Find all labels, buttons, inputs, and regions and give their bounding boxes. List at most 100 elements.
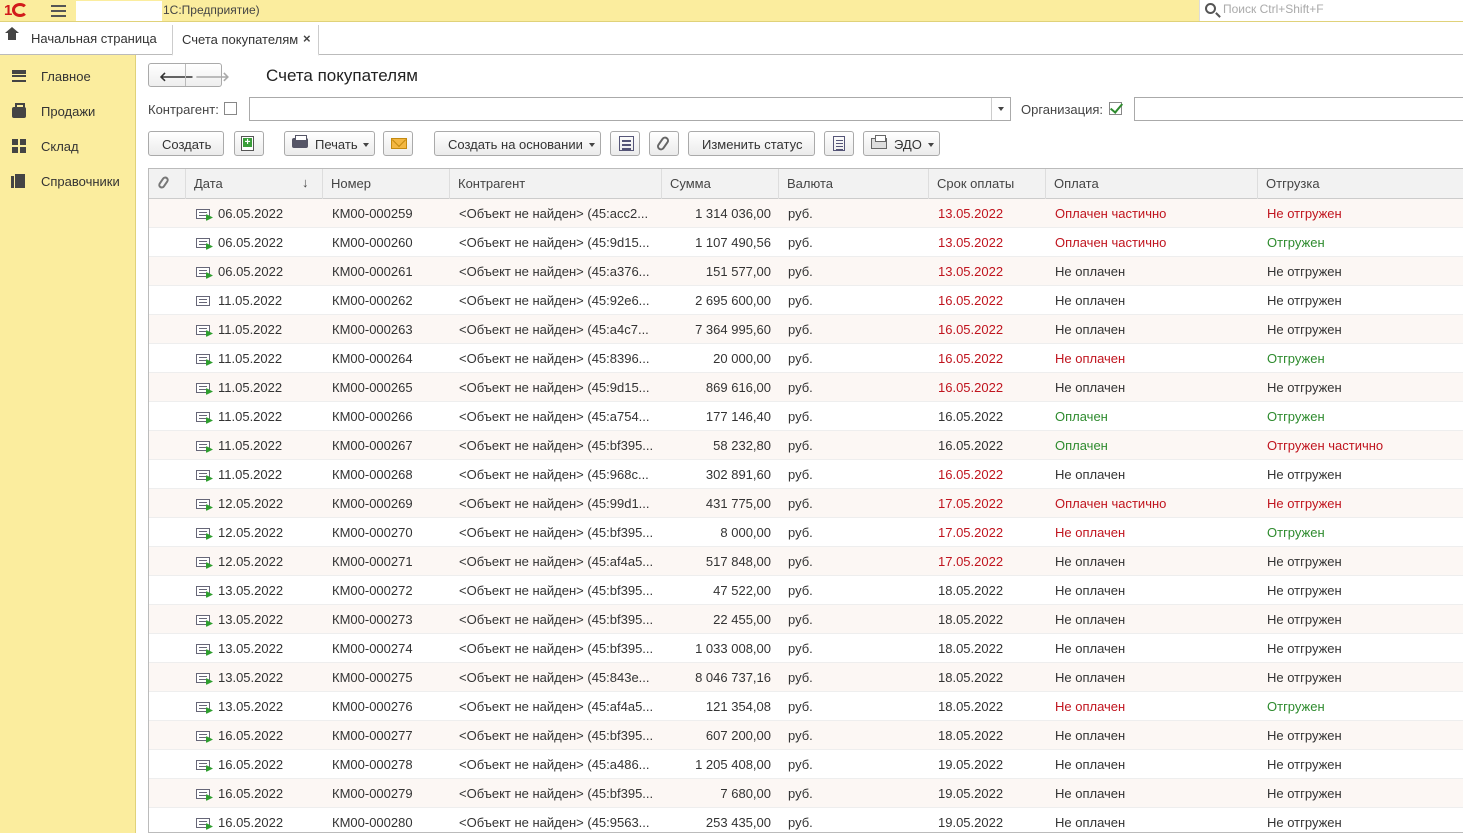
table-row[interactable]: 16.05.2022 КМ00-000277 <Объект не найден> …: [149, 721, 1463, 750]
cell-due-date: 19.05.2022: [938, 815, 1004, 830]
column-header-due-date[interactable]: Срок оплаты: [929, 169, 1046, 199]
table-row[interactable]: 06.05.2022 КМ00-000261 <Объект не найден> …: [149, 257, 1463, 286]
column-header-label: Сумма: [670, 176, 711, 191]
table-row[interactable]: 11.05.2022 КМ00-000267 <Объект не найден> …: [149, 431, 1463, 460]
column-header-date[interactable]: Дата ↓: [186, 169, 323, 199]
table-row[interactable]: 12.05.2022 КМ00-000270 <Объект не найден> …: [149, 518, 1463, 547]
organization-label: Организация:: [1021, 102, 1104, 117]
chevron-down-icon[interactable]: [991, 98, 1010, 120]
cell-payment: Не оплачен: [1055, 293, 1126, 308]
cell-number: КМ00-000272: [332, 583, 413, 598]
menu-icon: [12, 70, 26, 82]
envelope-icon: [391, 138, 407, 149]
chevron-down-icon: [589, 143, 595, 147]
table-row[interactable]: 12.05.2022 КМ00-000269 <Объект не найден> …: [149, 489, 1463, 518]
table-row[interactable]: 13.05.2022 КМ00-000276 <Объект не найден> …: [149, 692, 1463, 721]
create-button[interactable]: Создать: [148, 131, 224, 156]
counterparty-input[interactable]: [249, 97, 1011, 121]
sidebar-item-references[interactable]: Справочники: [0, 170, 136, 200]
cell-shipment: Отгружен: [1267, 351, 1325, 366]
table-row[interactable]: 11.05.2022 КМ00-000264 <Объект не найден> …: [149, 344, 1463, 373]
tab-customer-invoices[interactable]: Счета покупателям ×: [172, 25, 319, 56]
table-row[interactable]: 13.05.2022 КМ00-000272 <Объект не найден> …: [149, 576, 1463, 605]
list-settings-button[interactable]: [824, 131, 854, 156]
edo-button-label: ЭДО: [894, 137, 922, 152]
column-header-payment[interactable]: Оплата: [1046, 169, 1258, 199]
cell-sum: 517 848,00: [705, 554, 771, 569]
posted-document-icon: [196, 818, 210, 828]
cell-sum: 1 033 008,00: [695, 641, 771, 656]
organization-input[interactable]: [1134, 97, 1463, 121]
cell-due-date: 16.05.2022: [938, 322, 1004, 337]
cell-currency: руб.: [788, 380, 813, 395]
cell-due-date: 16.05.2022: [938, 409, 1004, 424]
column-header-currency[interactable]: Валюта: [779, 169, 929, 199]
change-status-button[interactable]: Изменить статус: [688, 131, 815, 156]
cell-date: 11.05.2022: [218, 467, 283, 482]
table-row[interactable]: 12.05.2022 КМ00-000271 <Объект не найден> …: [149, 547, 1463, 576]
back-arrow-icon[interactable]: 🡐: [159, 69, 194, 85]
table-row[interactable]: 11.05.2022 КМ00-000266 <Объект не найден> …: [149, 402, 1463, 431]
column-header-sum[interactable]: Сумма: [662, 169, 779, 199]
sidebar-item-main[interactable]: Главное: [0, 65, 136, 95]
table-row[interactable]: 13.05.2022 КМ00-000275 <Объект не найден> …: [149, 663, 1463, 692]
structure-icon: [619, 136, 634, 151]
counterparty-checkbox[interactable]: [224, 102, 237, 115]
cell-shipment: Отгружен: [1267, 409, 1325, 424]
table-row[interactable]: 13.05.2022 КМ00-000273 <Объект не найден> …: [149, 605, 1463, 634]
cell-counterparty: <Объект не найден> (45:acc2...: [459, 206, 649, 221]
cell-date: 06.05.2022: [218, 206, 284, 221]
home-icon[interactable]: [6, 32, 18, 42]
table-row[interactable]: 16.05.2022 КМ00-000280 <Объект не найден> …: [149, 808, 1463, 832]
table-row[interactable]: 06.05.2022 КМ00-000259 <Объект не найден> …: [149, 199, 1463, 228]
attach-file-button[interactable]: [649, 131, 679, 156]
cell-payment: Оплачен частично: [1055, 235, 1167, 250]
create-copy-button[interactable]: [234, 131, 264, 156]
organization-checkbox[interactable]: [1109, 102, 1122, 115]
table-row[interactable]: 06.05.2022 КМ00-000260 <Объект не найден> …: [149, 228, 1463, 257]
document-structure-button[interactable]: [610, 131, 640, 156]
tab-home[interactable]: Начальная страница: [31, 31, 157, 46]
edo-button[interactable]: ЭДО: [863, 131, 940, 156]
close-icon[interactable]: ×: [303, 31, 311, 46]
table-row[interactable]: 11.05.2022 КМ00-000265 <Объект не найден> …: [149, 373, 1463, 402]
email-button[interactable]: [383, 131, 413, 156]
cell-currency: руб.: [788, 235, 813, 250]
cell-sum: 177 146,40: [705, 409, 771, 424]
cell-due-date: 18.05.2022: [938, 728, 1004, 743]
posted-document-icon: [196, 702, 210, 712]
cell-payment: Не оплачен: [1055, 583, 1126, 598]
create-based-on-button[interactable]: Создать на основании: [434, 131, 601, 156]
cell-sum: 1 205 408,00: [695, 757, 771, 772]
table-row[interactable]: 16.05.2022 КМ00-000279 <Объект не найден> …: [149, 779, 1463, 808]
cell-payment: Не оплачен: [1055, 728, 1126, 743]
main-menu-icon[interactable]: [51, 5, 66, 17]
column-header-number[interactable]: Номер: [323, 169, 450, 199]
cell-due-date: 16.05.2022: [938, 467, 1004, 482]
table-row[interactable]: 11.05.2022 КМ00-000263 <Объект не найден> …: [149, 315, 1463, 344]
global-search-input[interactable]: Поиск Ctrl+Shift+F: [1199, 0, 1463, 21]
cell-date: 11.05.2022: [218, 293, 283, 308]
cell-payment: Не оплачен: [1055, 380, 1126, 395]
table-row[interactable]: 13.05.2022 КМ00-000274 <Объект не найден> …: [149, 634, 1463, 663]
cell-shipment: Не отгружен: [1267, 264, 1342, 279]
cell-shipment: Не отгружен: [1267, 322, 1342, 337]
cell-counterparty: <Объект не найден> (45:9d15...: [459, 235, 650, 250]
column-header-shipment[interactable]: Отгрузка: [1258, 169, 1463, 199]
navigation-buttons: 🡐 🡒: [148, 63, 230, 87]
cell-shipment: Не отгружен: [1267, 496, 1342, 511]
divider: [185, 64, 186, 86]
table-row[interactable]: 16.05.2022 КМ00-000278 <Объект не найден> …: [149, 750, 1463, 779]
column-header-counterparty[interactable]: Контрагент: [450, 169, 662, 199]
table-row[interactable]: 11.05.2022 КМ00-000268 <Объект не найден> …: [149, 460, 1463, 489]
sidebar-item-warehouse[interactable]: Склад: [0, 135, 136, 165]
print-button[interactable]: Печать: [284, 131, 375, 156]
column-header-attachments[interactable]: [149, 169, 186, 199]
1c-logo-icon: 1: [4, 2, 40, 20]
sidebar-item-sales[interactable]: Продажи: [0, 100, 136, 130]
table-row[interactable]: 11.05.2022 КМ00-000262 <Объект не найден> …: [149, 286, 1463, 315]
forward-arrow-icon[interactable]: 🡒: [195, 69, 230, 85]
cell-number: КМ00-000268: [332, 467, 413, 482]
posted-document-icon: [196, 354, 210, 364]
posted-document-icon: [196, 499, 210, 509]
